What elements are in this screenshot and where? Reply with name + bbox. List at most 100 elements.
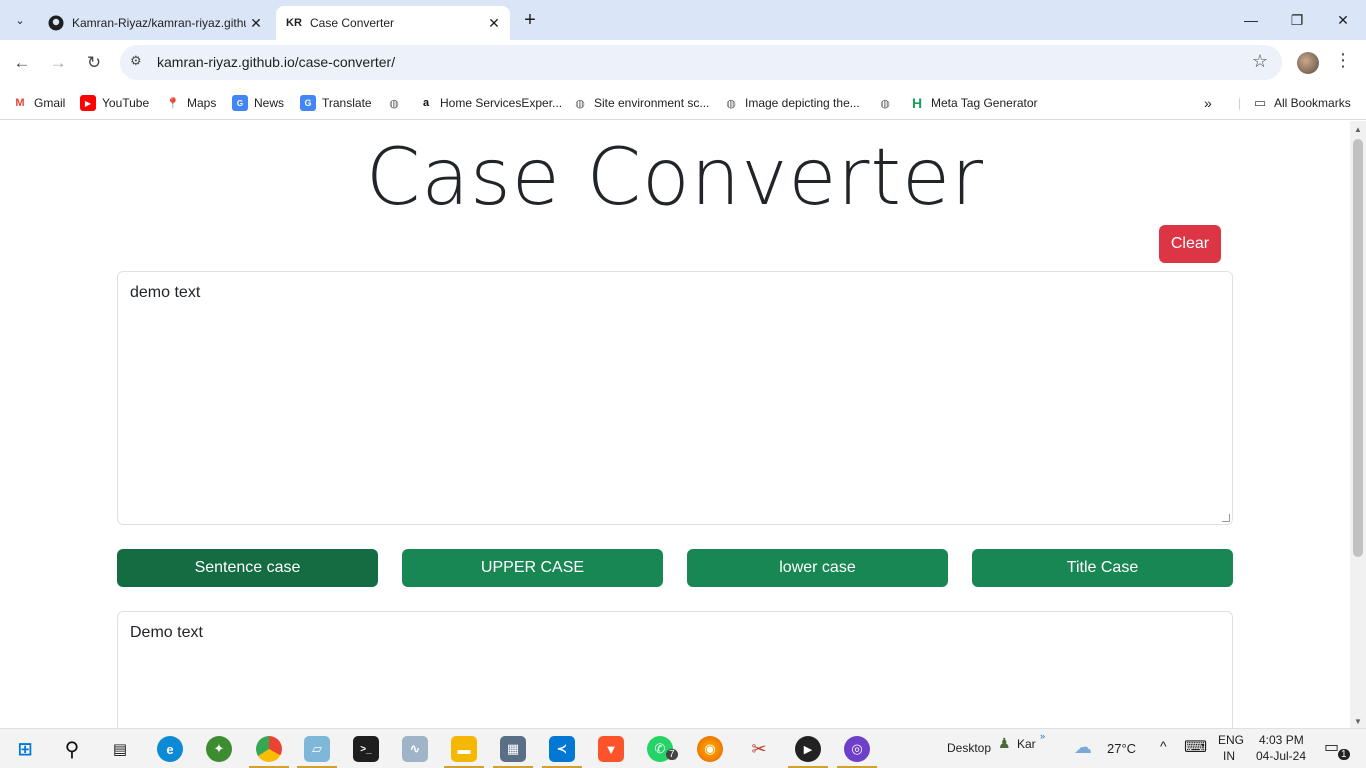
upper-case-button[interactable]: UPPER CASE [402, 549, 663, 587]
edge-icon[interactable]: e [157, 736, 183, 762]
bookmark-meta-tag[interactable]: H Meta Tag Generator [909, 93, 1038, 113]
address-bar[interactable]: ⚙ kamran-riyaz.github.io/case-converter/… [120, 45, 1282, 80]
notification-icon[interactable]: ▭ [1324, 737, 1339, 757]
tab-title: Kamran-Riyaz/kamran-riyaz.github.io [72, 16, 246, 30]
keyboard-icon[interactable]: ⌨ [1184, 737, 1207, 757]
task-view-icon[interactable]: ▤ [107, 736, 133, 762]
notepad-icon[interactable]: ▱ [304, 736, 330, 762]
scrollbar-thumb[interactable] [1353, 139, 1363, 557]
windows-taskbar: ⊞ ⚲ ▤ e ✦ ▱ >_ ∿ ▬ ▦ ≺ ▼ ✆ 7 ◉ ✂ ▶ ◎ Des… [0, 728, 1366, 768]
calculator-icon[interactable]: ▦ [500, 736, 526, 762]
restore-button[interactable]: ❐ [1274, 0, 1320, 40]
whatsapp-badge: 7 [666, 749, 678, 760]
close-tab-icon[interactable]: ✕ [246, 15, 266, 32]
site-info-icon[interactable]: ⚙ [130, 53, 142, 69]
browser-toolbar: ← → ↻ ⚙ kamran-riyaz.github.io/case-conv… [0, 40, 1366, 86]
weather-temp[interactable]: 27°C [1107, 741, 1136, 756]
scroll-up-icon[interactable]: ▲ [1354, 125, 1362, 134]
terminal-icon[interactable]: >_ [353, 736, 379, 762]
page-scrollbar[interactable]: ▲ ▼ [1350, 121, 1366, 728]
bookmark-site-environment[interactable]: ◍ Site environment sc... [572, 93, 709, 113]
sentence-case-button[interactable]: Sentence case [117, 549, 378, 587]
cloud-icon: ☁ [1074, 737, 1092, 757]
h-icon: H [911, 95, 923, 111]
desktop-label[interactable]: Desktop [947, 741, 991, 755]
tab-case-converter[interactable]: KR Case Converter ✕ [276, 6, 510, 40]
app-green-icon[interactable]: ✦ [206, 736, 232, 762]
bookmarks-bar: M Gmail ▶ YouTube 📍 Maps G News G Transl… [0, 86, 1366, 120]
tab-search-button[interactable]: ⌄ [8, 8, 32, 32]
clear-button[interactable]: Clear [1159, 225, 1221, 263]
bookmark-divider: | [1238, 96, 1242, 110]
bookmark-youtube[interactable]: ▶ YouTube [80, 93, 149, 113]
input-text: demo text [130, 284, 201, 301]
bookmark-home-services[interactable]: a Home ServicesExper... [418, 93, 562, 113]
language-top[interactable]: ENG [1218, 733, 1244, 747]
task-manager-icon[interactable]: ∿ [402, 736, 428, 762]
tray-chevron-icon[interactable]: ^ [1160, 738, 1167, 754]
clock-date[interactable]: 04-Jul-24 [1256, 749, 1306, 763]
title-case-button[interactable]: Title Case [972, 549, 1233, 587]
tab-title: Case Converter [310, 16, 395, 30]
lower-case-button[interactable]: lower case [687, 549, 948, 587]
new-tab-button[interactable]: + [518, 8, 542, 32]
user-label[interactable]: Kar [1017, 737, 1036, 751]
expand-chevron-icon[interactable]: » [1040, 731, 1045, 741]
bookmark-globe[interactable]: ◍ [386, 93, 408, 113]
vscode-icon[interactable]: ≺ [549, 736, 575, 762]
github-desktop-icon[interactable]: ◎ [844, 736, 870, 762]
kr-favicon: KR [286, 17, 302, 29]
amazon-icon: a [422, 97, 430, 109]
minimize-button[interactable]: — [1228, 0, 1274, 40]
bookmark-maps[interactable]: 📍 Maps [165, 93, 216, 113]
notification-badge: 1 [1338, 749, 1350, 760]
tab-github[interactable]: Kamran-Riyaz/kamran-riyaz.github.io ✕ [40, 6, 272, 40]
profile-avatar[interactable] [1297, 52, 1319, 74]
page-title: Case Converter [365, 133, 985, 223]
bookmark-image-depicting[interactable]: ◍ Image depicting the... [723, 93, 860, 113]
globe-icon: ◍ [389, 97, 399, 110]
globe-icon: ◍ [575, 97, 585, 110]
page-content: Case Converter Clear demo text Sentence … [0, 121, 1350, 728]
resize-handle[interactable] [1222, 514, 1230, 522]
user-icon: ♟ [998, 735, 1011, 751]
bookmark-globe-2[interactable]: ◍ [877, 93, 899, 113]
maps-icon: 📍 [166, 97, 180, 110]
firefox-icon[interactable]: ◉ [697, 736, 723, 762]
bookmark-translate[interactable]: G Translate [300, 93, 372, 113]
forward-icon[interactable]: → [44, 49, 72, 77]
globe-icon: ◍ [880, 97, 890, 110]
scroll-down-icon[interactable]: ▼ [1354, 717, 1362, 726]
back-icon[interactable]: ← [8, 49, 36, 77]
search-icon[interactable]: ⚲ [59, 736, 85, 762]
youtube-icon: ▶ [80, 95, 96, 111]
bookmark-star-icon[interactable]: ☆ [1252, 51, 1268, 72]
tab-strip: ⌄ Kamran-Riyaz/kamran-riyaz.github.io ✕ … [0, 0, 1366, 40]
file-explorer-icon[interactable]: ▬ [451, 736, 477, 762]
github-icon [48, 15, 64, 31]
all-bookmarks[interactable]: ▭ All Bookmarks [1252, 93, 1351, 113]
close-tab-icon[interactable]: ✕ [484, 15, 504, 32]
menu-kebab-icon[interactable]: ⋮ [1334, 50, 1352, 71]
output-textarea[interactable]: Demo text [117, 611, 1233, 728]
clock-time[interactable]: 4:03 PM [1259, 733, 1304, 747]
snipping-tool-icon[interactable]: ✂ [746, 736, 772, 762]
bookmark-gmail[interactable]: M Gmail [12, 93, 65, 113]
url-text: kamran-riyaz.github.io/case-converter/ [157, 54, 396, 70]
bookmark-news[interactable]: G News [232, 93, 284, 113]
chrome-icon[interactable] [256, 736, 282, 762]
windows-start-icon[interactable]: ⊞ [12, 736, 38, 762]
media-player-icon[interactable]: ▶ [795, 736, 821, 762]
input-textarea[interactable]: demo text [117, 271, 1233, 525]
brave-icon[interactable]: ▼ [598, 736, 624, 762]
folder-icon: ▭ [1253, 95, 1267, 110]
close-window-button[interactable]: ✕ [1320, 0, 1366, 40]
gmail-icon: M [15, 97, 25, 109]
globe-icon: ◍ [726, 97, 736, 110]
language-bottom[interactable]: IN [1223, 749, 1235, 763]
translate-icon: G [300, 95, 316, 111]
news-icon: G [232, 95, 248, 111]
more-bookmarks-chevron-icon[interactable]: » [1204, 93, 1212, 113]
reload-icon[interactable]: ↻ [80, 49, 108, 77]
output-text: Demo text [130, 624, 203, 641]
